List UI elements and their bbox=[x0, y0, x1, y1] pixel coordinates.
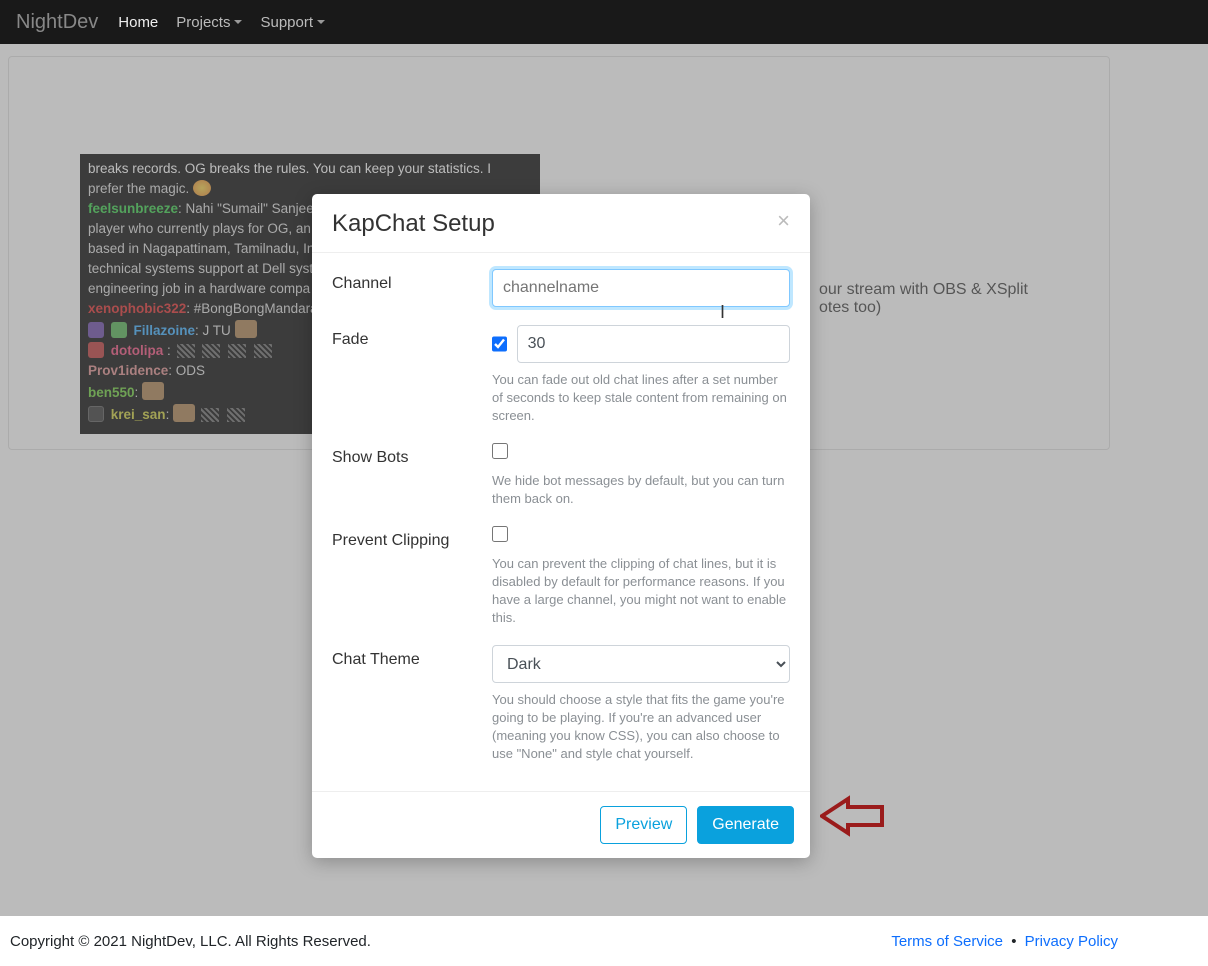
theme-help: You should choose a style that fits the … bbox=[492, 691, 790, 763]
showbots-label: Show Bots bbox=[332, 443, 492, 508]
arrow-annotation-icon bbox=[820, 793, 890, 839]
theme-label: Chat Theme bbox=[332, 645, 492, 763]
modal-footer: Preview Generate bbox=[312, 791, 810, 858]
nav-home[interactable]: Home bbox=[118, 14, 158, 31]
row-theme: Chat Theme Dark You should choose a styl… bbox=[332, 645, 790, 763]
channel-input[interactable] bbox=[492, 269, 790, 307]
showbots-checkbox[interactable] bbox=[492, 443, 508, 459]
navbar: NightDev Home Projects Support bbox=[0, 0, 1208, 44]
chevron-down-icon bbox=[317, 20, 325, 24]
modal-kapchat-setup: KapChat Setup × Channel Fade You can fad… bbox=[312, 194, 810, 858]
preview-button[interactable]: Preview bbox=[600, 806, 687, 844]
row-fade: Fade You can fade out old chat lines aft… bbox=[332, 325, 790, 425]
row-prevent-clipping: Prevent Clipping You can prevent the cli… bbox=[332, 526, 790, 627]
theme-select[interactable]: Dark bbox=[492, 645, 790, 683]
brand[interactable]: NightDev bbox=[16, 11, 98, 34]
nav-support[interactable]: Support bbox=[260, 14, 325, 31]
privacy-link[interactable]: Privacy Policy bbox=[1025, 933, 1118, 950]
showbots-help: We hide bot messages by default, but you… bbox=[492, 472, 790, 508]
generate-button[interactable]: Generate bbox=[697, 806, 794, 844]
nav-projects-label: Projects bbox=[176, 14, 230, 31]
clip-label: Prevent Clipping bbox=[332, 526, 492, 627]
nav-support-label: Support bbox=[260, 14, 313, 31]
fade-checkbox[interactable] bbox=[492, 336, 507, 352]
fade-label: Fade bbox=[332, 325, 492, 425]
clip-help: You can prevent the clipping of chat lin… bbox=[492, 555, 790, 627]
row-channel: Channel bbox=[332, 269, 790, 307]
fade-seconds-input[interactable] bbox=[517, 325, 790, 363]
footer: Copyright © 2021 NightDev, LLC. All Righ… bbox=[0, 916, 1208, 966]
channel-label: Channel bbox=[332, 269, 492, 307]
modal-title: KapChat Setup bbox=[332, 210, 777, 238]
row-showbots: Show Bots We hide bot messages by defaul… bbox=[332, 443, 790, 508]
page-body: our stream with OBS & XSplit otes too) b… bbox=[0, 44, 1208, 916]
separator: • bbox=[1011, 933, 1016, 950]
copyright: Copyright © 2021 NightDev, LLC. All Righ… bbox=[10, 933, 371, 950]
fade-help: You can fade out old chat lines after a … bbox=[492, 371, 790, 425]
prevent-clipping-checkbox[interactable] bbox=[492, 526, 508, 542]
chevron-down-icon bbox=[234, 20, 242, 24]
modal-header: KapChat Setup × bbox=[312, 194, 810, 253]
nav-projects[interactable]: Projects bbox=[176, 14, 242, 31]
modal-body: Channel Fade You can fade out old chat l… bbox=[312, 253, 810, 791]
tos-link[interactable]: Terms of Service bbox=[891, 933, 1003, 950]
close-icon[interactable]: × bbox=[777, 210, 790, 232]
